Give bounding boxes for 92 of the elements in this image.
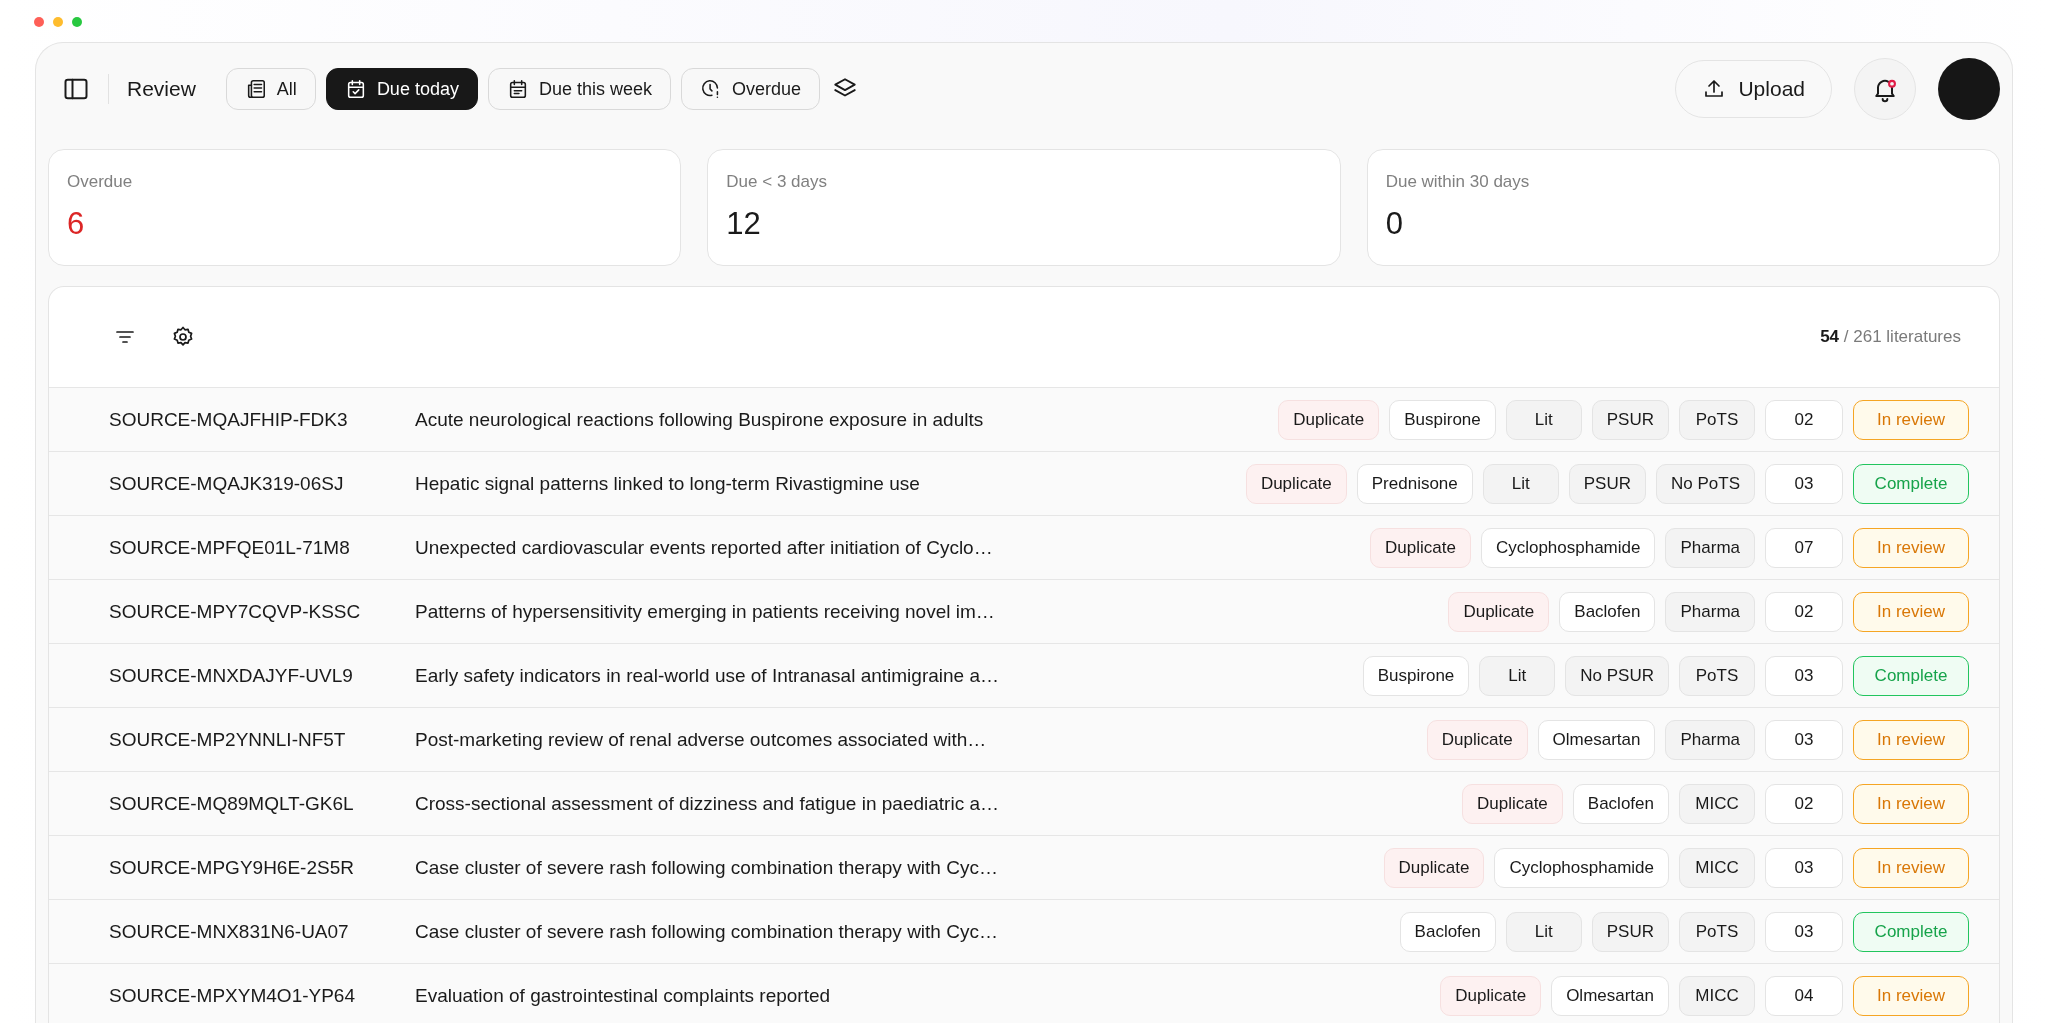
- category-tag: PoTS: [1679, 399, 1755, 440]
- source-id: SOURCE-MPXYM4O1-YP64: [109, 984, 356, 1007]
- drug-tag: Prednisone: [1356, 463, 1473, 504]
- source-id: SOURCE-MPGY9H6E-2S5R: [109, 856, 355, 879]
- literature-title[interactable]: Cross-sectional assessment of dizziness and fatigue in paediatric a…: [415, 792, 1436, 815]
- category-tag: Pharma: [1665, 527, 1755, 568]
- status-badge: In review: [1853, 847, 1969, 888]
- category-tag: MICC: [1679, 847, 1755, 888]
- literature-title[interactable]: Case cluster of severe rash following combination therapy with Cyc…: [415, 920, 1374, 943]
- literature-title[interactable]: Hepatic signal patterns linked to long-term Rivastigmine use: [415, 472, 1220, 495]
- status-badge: In review: [1853, 591, 1969, 632]
- drug-tag: Olmesartan: [1551, 975, 1669, 1016]
- status-badge: Complete: [1853, 911, 1969, 952]
- duplicate-badge: Duplicate: [1440, 975, 1542, 1016]
- drug-tag: Baclofen: [1572, 783, 1669, 824]
- source-id: SOURCE-MQAJFHIP-FDK3: [109, 408, 349, 431]
- category-tag: PSUR: [1568, 463, 1646, 504]
- drug-tag: Baclofen: [1399, 911, 1496, 952]
- status-badge: In review: [1853, 719, 1969, 760]
- stat-value: 0: [1385, 206, 1404, 242]
- drug-tag: Cyclophosphamide: [1480, 527, 1656, 568]
- source-id: SOURCE-MNXDAJYF-UVL9: [109, 664, 354, 687]
- drug-tag: Buspirone: [1362, 655, 1470, 696]
- category-tag: Lit: [1505, 911, 1582, 952]
- category-tag: Lit: [1505, 399, 1582, 440]
- count-badge: 03: [1765, 463, 1843, 504]
- page-title: Review: [127, 77, 196, 101]
- filter-tab[interactable]: Due today: [325, 68, 478, 110]
- duplicate-badge: Duplicate: [1370, 527, 1471, 568]
- filter-tab[interactable]: Due this week: [487, 68, 671, 110]
- duplicate-badge: Duplicate: [1461, 783, 1563, 824]
- stat-label: Overdue: [67, 172, 134, 192]
- literature-title[interactable]: Early safety indicators in real-world use of Intranasal antimigraine a…: [415, 664, 1337, 687]
- literature-title[interactable]: Evaluation of gastrointestinal complaints reported: [415, 984, 1415, 1007]
- status-badge: In review: [1853, 975, 1969, 1016]
- duplicate-badge: Duplicate: [1245, 463, 1347, 504]
- count-badge: 03: [1765, 911, 1843, 952]
- literature-title[interactable]: Patterns of hypersensitivity emerging in patients receiving novel im…: [415, 600, 1423, 623]
- duplicate-badge: Duplicate: [1278, 399, 1380, 440]
- drug-tag: Olmesartan: [1537, 719, 1656, 760]
- category-tag: Lit: [1482, 463, 1559, 504]
- stat-label: Due within 30 days: [1385, 172, 1531, 192]
- count-badge: 03: [1765, 655, 1843, 696]
- category-tag: No PSUR: [1565, 655, 1669, 696]
- drug-tag: Baclofen: [1559, 591, 1656, 632]
- category-tag: Pharma: [1665, 591, 1755, 632]
- stat-label: Due < 3 days: [726, 172, 828, 192]
- count-badge: 03: [1765, 719, 1843, 760]
- settings-icon: [171, 325, 195, 349]
- count-badge: 02: [1765, 591, 1843, 632]
- upload-button[interactable]: Upload: [1675, 60, 1832, 118]
- source-id: SOURCE-MPY7CQVP-KSSC: [109, 600, 362, 623]
- source-id: SOURCE-MQAJK319-06SJ: [109, 472, 345, 495]
- status-badge: In review: [1853, 399, 1969, 440]
- drug-tag: Cyclophosphamide: [1494, 847, 1669, 888]
- category-tag: PSUR: [1591, 911, 1669, 952]
- count-badge: 07: [1765, 527, 1843, 568]
- category-tag: Pharma: [1665, 719, 1755, 760]
- count-badge: 02: [1765, 783, 1843, 824]
- count-badge: 04: [1765, 975, 1843, 1016]
- source-id: SOURCE-MQ89MQLT-GK6L: [109, 792, 355, 815]
- source-id: SOURCE-MP2YNNLI-NF5T: [109, 728, 347, 751]
- literature-title[interactable]: Unexpected cardiovascular events reported after initiation of Cyclo…: [415, 536, 1344, 559]
- literature-title[interactable]: Acute neurological reactions following Buspirone exposure in adults: [415, 408, 1253, 431]
- category-tag: PSUR: [1591, 399, 1669, 440]
- status-badge: In review: [1853, 783, 1969, 824]
- source-id: SOURCE-MPFQE01L-71M8: [109, 536, 351, 559]
- stat-value: 6: [67, 206, 86, 242]
- category-tag: PoTS: [1679, 911, 1755, 952]
- duplicate-badge: Duplicate: [1426, 719, 1528, 760]
- duplicate-badge: Duplicate: [1448, 591, 1550, 632]
- count-badge: 03: [1765, 847, 1843, 888]
- category-tag: Lit: [1479, 655, 1556, 696]
- category-tag: MICC: [1679, 783, 1755, 824]
- source-id: SOURCE-MNX831N6-UA07: [109, 920, 350, 943]
- category-tag: MICC: [1679, 975, 1755, 1016]
- literature-title[interactable]: Post-marketing review of renal adverse outcomes associated with…: [415, 728, 1401, 751]
- duplicate-badge: Duplicate: [1383, 847, 1485, 888]
- status-badge: In review: [1853, 527, 1969, 568]
- close-window-icon[interactable]: [34, 17, 44, 27]
- status-badge: Complete: [1853, 463, 1969, 504]
- settings-button[interactable]: [171, 325, 195, 349]
- filter-tab[interactable]: Overdue: [681, 68, 821, 110]
- stat-value: 12: [726, 206, 762, 242]
- results-count: 54 / 261 literatures: [1820, 327, 1961, 347]
- literature-title[interactable]: Case cluster of severe rash following combination therapy with Cyc…: [415, 856, 1358, 879]
- status-badge: Complete: [1853, 655, 1969, 696]
- category-tag: PoTS: [1679, 655, 1755, 696]
- filter-tab[interactable]: All: [225, 68, 316, 110]
- count-badge: 02: [1765, 399, 1843, 440]
- category-tag: No PoTS: [1656, 463, 1755, 504]
- drug-tag: Buspirone: [1389, 399, 1496, 440]
